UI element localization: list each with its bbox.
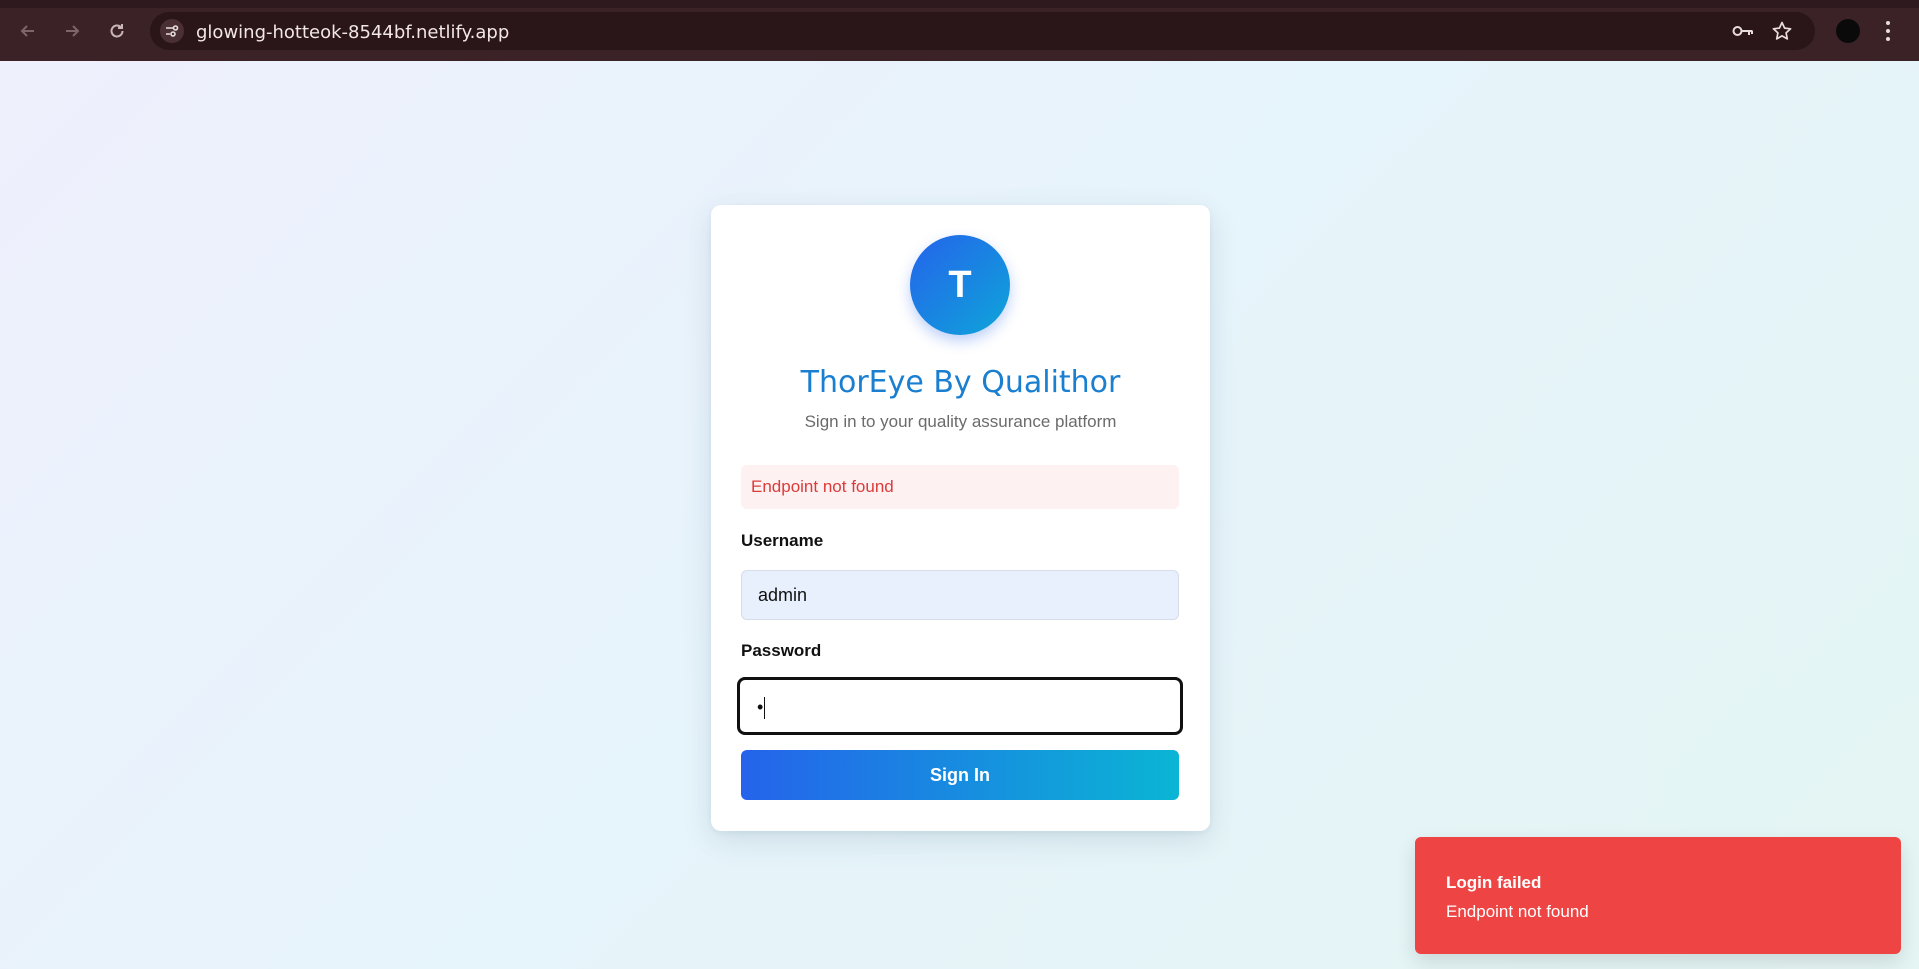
back-button[interactable] — [11, 14, 45, 48]
address-bar[interactable]: glowing-hotteok-8544bf.netlify.app — [150, 12, 1815, 50]
arrow-left-icon — [20, 25, 34, 37]
browser-toolbar: glowing-hotteok-8544bf.netlify.app — [0, 0, 1919, 61]
url-text[interactable]: glowing-hotteok-8544bf.netlify.app — [196, 22, 509, 43]
error-toast[interactable]: Login failed Endpoint not found — [1415, 837, 1901, 954]
page-subtitle: Sign in to your quality assurance platfo… — [804, 412, 1117, 431]
password-value: • — [757, 697, 764, 717]
page-title: ThorEye By Qualithor — [800, 365, 1121, 400]
star-icon[interactable] — [1771, 20, 1793, 47]
profile-avatar[interactable] — [1836, 19, 1860, 43]
kebab-menu-icon[interactable] — [1883, 18, 1893, 44]
reload-icon — [110, 24, 124, 38]
text-caret — [764, 697, 766, 720]
toast-title: Login failed — [1446, 873, 1542, 892]
password-field[interactable]: • — [737, 677, 1183, 735]
username-label: Username — [741, 531, 824, 550]
login-card: T ThorEye By Qualithor Sign in to your q… — [711, 205, 1210, 831]
sign-in-button[interactable]: Sign In — [741, 750, 1179, 800]
login-page: T ThorEye By Qualithor Sign in to your q… — [0, 61, 1919, 969]
key-icon[interactable] — [1731, 21, 1755, 46]
username-field[interactable]: admin — [741, 570, 1179, 620]
toast-message: Endpoint not found — [1446, 902, 1589, 921]
forward-button[interactable] — [55, 14, 89, 48]
error-alert: Endpoint not found — [741, 465, 1179, 509]
tab-strip — [0, 0, 1919, 8]
arrow-right-icon — [66, 25, 80, 37]
brand-logo: T — [910, 235, 1010, 335]
site-settings-icon[interactable] — [160, 19, 184, 43]
reload-button[interactable] — [100, 14, 134, 48]
password-label: Password — [741, 641, 822, 660]
